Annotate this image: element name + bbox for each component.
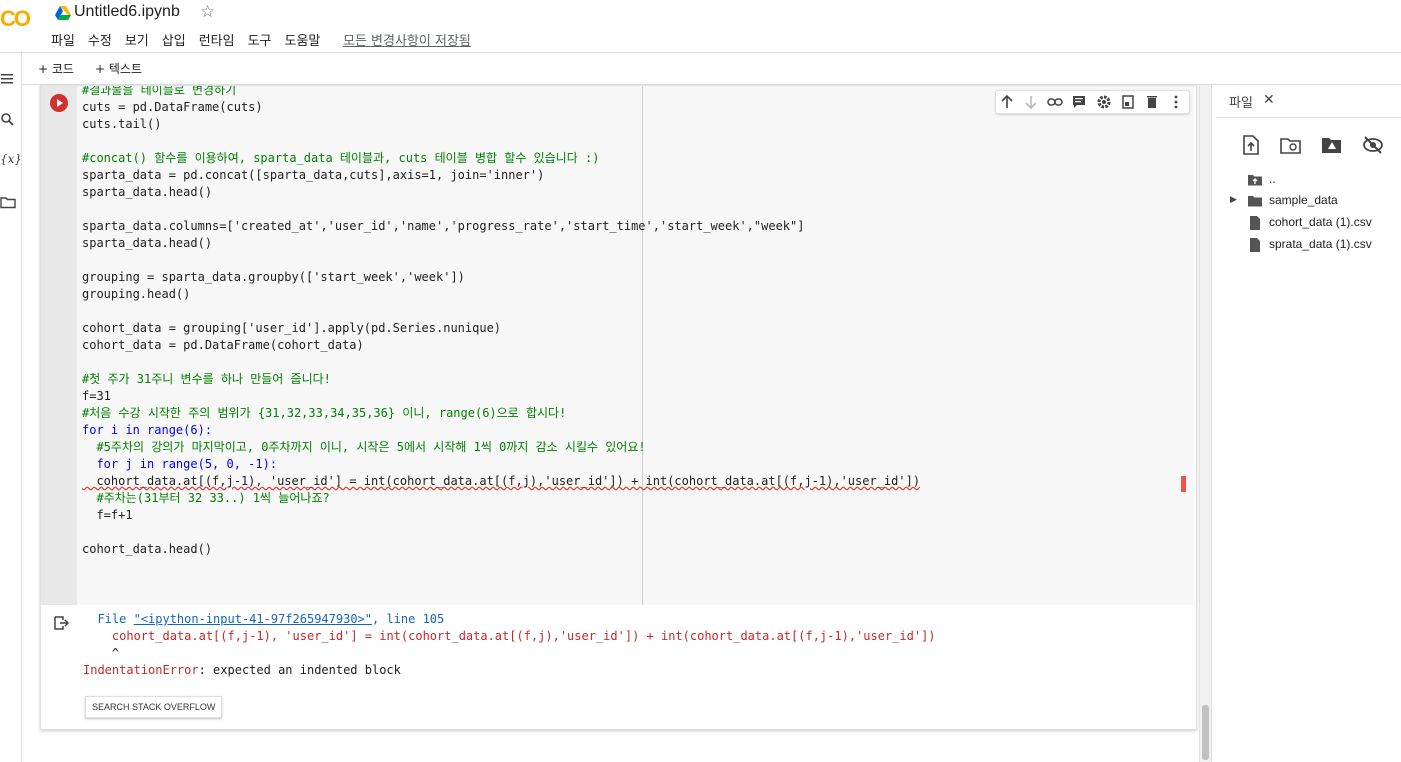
code-line: cohort_data = pd.DataFrame(cohort_data) [82,338,364,352]
output-menu-icon[interactable] [53,615,69,631]
traceback-caret: ^ [111,646,120,660]
file-tree-item-sprata-data[interactable]: sprata_data (1).csv [1248,236,1398,256]
file-tree-label: cohort_data (1).csv [1269,215,1372,229]
files-panel: 파일 ✕ .. ▶ sample_data cohort_data (1).cs… [1211,85,1401,762]
file-tree-label: sample_data [1269,193,1338,207]
close-icon[interactable]: ✕ [1263,92,1275,108]
menu-edit[interactable]: 수정 [88,30,112,49]
cell-toolbar [995,90,1190,114]
code-line: cuts = pd.DataFrame(cuts) [82,100,263,114]
header-bar: CO Untitled6.ipynb ☆ 파일 수정 보기 삽입 런타임 도구 … [0,0,1401,53]
code-line-error: cohort_data.at[(f,j-1), 'user_id'] = int… [82,474,921,488]
code-content[interactable]: #결과물을 테이블로 변경하기 cuts = pd.DataFrame(cuts… [82,86,920,558]
file-tree-label: .. [1269,172,1276,186]
code-line: #5주차의 강의가 마지막이고, 0주차까지 이니, 시작은 5에서 시작해 1… [82,440,646,454]
file-tree-item-cohort-data[interactable]: cohort_data (1).csv [1248,214,1398,234]
code-line: #첫 주가 31주니 변수를 하나 만들어 줍니다! [82,372,331,386]
notebook-toolbar: + 코드 + 텍스트 [22,53,1401,85]
mirror-cell-icon[interactable] [1120,94,1136,110]
more-vert-icon[interactable] [1168,94,1184,110]
traceback-file-link[interactable]: "<ipython-input-41-97f265947930>" [134,612,372,626]
traceback-file-label: File [97,612,134,626]
files-tab[interactable]: 파일 [1229,92,1253,111]
link-icon[interactable] [1047,94,1063,110]
menu-icon[interactable] [0,71,16,87]
file-tree-label: sprata_data (1).csv [1269,237,1372,251]
cell-gutter [41,86,77,605]
traceback-line-number: , line 105 [372,612,445,626]
traceback-code-line: cohort_data.at[(f,j-1), 'user_id'] = int… [111,629,936,643]
left-rail: {x} [0,53,22,762]
upload-icon[interactable] [1240,135,1262,155]
mount-drive-icon[interactable] [1321,135,1343,155]
file-tree-item-sample-data[interactable]: ▶ sample_data [1230,192,1398,212]
error-marker [1181,476,1186,492]
file-icon [1250,216,1260,230]
save-status-link[interactable]: 모든 변경사항이 저장됨 [343,30,471,49]
scrollbar-thumb[interactable] [1202,705,1209,760]
code-cell[interactable]: #결과물을 테이블로 변경하기 cuts = pd.DataFrame(cuts… [40,85,1197,730]
variables-icon[interactable]: {x} [0,152,22,168]
delete-icon[interactable] [1144,94,1160,110]
menu-help[interactable]: 도움말 [285,30,321,49]
refresh-icon[interactable] [1280,135,1302,155]
hide-files-icon[interactable] [1362,135,1384,155]
folder-icon[interactable] [0,194,16,210]
file-tree-item-parent[interactable]: .. [1248,171,1398,191]
code-line: sparta_data.head() [82,236,213,250]
code-line: sparta_data.head() [82,185,213,199]
traceback: File "<ipython-input-41-97f265947930>", … [83,611,936,679]
run-cell-button[interactable] [50,94,68,112]
code-line: sparta_data = pd.concat([sparta_data,cut… [82,168,545,182]
star-icon[interactable]: ☆ [200,2,215,22]
search-icon[interactable] [0,112,16,128]
code-line: #concat() 함수를 이용하여, sparta_data 테이블과, cu… [82,151,600,165]
code-line: f=f+1 [82,508,133,522]
google-drive-icon [55,6,71,20]
menu-runtime[interactable]: 런타임 [199,30,235,49]
notebook-title[interactable]: Untitled6.ipynb [74,3,180,21]
notebook-area: #결과물을 테이블로 변경하기 cuts = pd.DataFrame(cuts… [22,85,1210,762]
chevron-right-icon[interactable]: ▶ [1230,194,1237,205]
code-line: grouping = sparta_data.groupby(['start_w… [82,270,465,284]
menu-insert[interactable]: 삽입 [162,30,186,49]
menu-file[interactable]: 파일 [51,30,75,49]
comment-icon[interactable] [1071,94,1087,110]
folder-icon [1248,196,1262,207]
arrow-up-icon[interactable] [999,94,1015,110]
add-text-button[interactable]: + 텍스트 [95,60,142,77]
menu-bar: 파일 수정 보기 삽입 런타임 도구 도움말 [51,30,333,49]
code-line: #주차는(31부터 32 33..) 1씩 늘어나죠? [82,491,330,505]
menu-tools[interactable]: 도구 [248,30,272,49]
code-line: for j in range(5, 0, -1): [82,457,278,471]
code-line: for i in range(6): [82,423,213,437]
add-code-button[interactable]: + 코드 [38,60,74,77]
cell-output: File "<ipython-input-41-97f265947930>", … [41,605,1196,729]
error-message: : expected an indented block [198,663,401,677]
file-icon [1250,238,1260,252]
code-line: grouping.head() [82,287,191,301]
menu-view[interactable]: 보기 [125,30,149,49]
code-line: cohort_data = grouping['user_id'].apply(… [82,321,502,335]
code-line: #처음 수강 시작한 주의 범위가 {31,32,33,34,35,36} 이니… [82,406,567,420]
notebook-scrollbar[interactable] [1199,85,1211,762]
parent-folder-icon [1248,175,1262,186]
code-line: #결과물을 테이블로 변경하기 [82,86,237,97]
code-line: sparta_data.columns=['created_at','user_… [82,219,805,233]
code-editor[interactable]: #결과물을 테이블로 변경하기 cuts = pd.DataFrame(cuts… [77,86,1194,605]
error-type: IndentationError [83,663,199,677]
colab-logo[interactable]: CO [0,6,40,34]
code-line: f=31 [82,389,111,403]
settings-icon[interactable] [1096,94,1112,110]
code-line: cuts.tail() [82,117,162,131]
code-line: cohort_data.head() [82,542,213,556]
search-stack-overflow-button[interactable]: SEARCH STACK OVERFLOW [85,696,223,718]
arrow-down-icon[interactable] [1023,94,1039,110]
divider [1216,117,1401,118]
